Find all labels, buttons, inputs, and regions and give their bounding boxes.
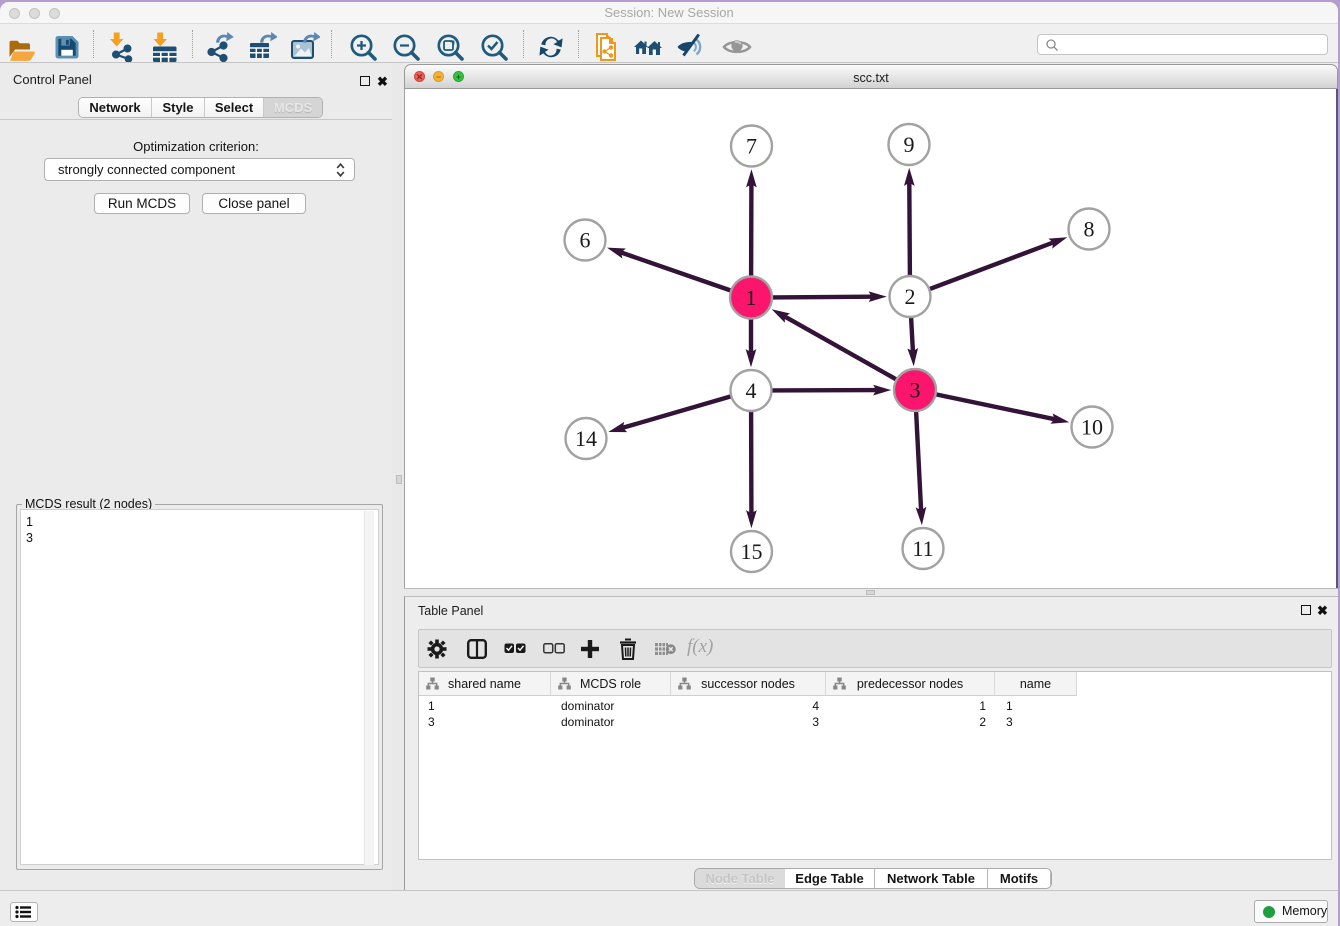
svg-text:7: 7 xyxy=(746,134,757,159)
svg-text:11: 11 xyxy=(912,536,933,561)
svg-text:14: 14 xyxy=(575,426,597,451)
svg-text:4: 4 xyxy=(746,378,757,403)
svg-text:10: 10 xyxy=(1081,415,1103,440)
svg-text:6: 6 xyxy=(580,228,591,253)
svg-text:2: 2 xyxy=(905,284,916,309)
svg-text:15: 15 xyxy=(741,539,763,564)
svg-text:3: 3 xyxy=(910,378,921,403)
svg-text:9: 9 xyxy=(904,132,915,157)
svg-text:8: 8 xyxy=(1084,217,1095,242)
svg-text:1: 1 xyxy=(746,285,757,310)
